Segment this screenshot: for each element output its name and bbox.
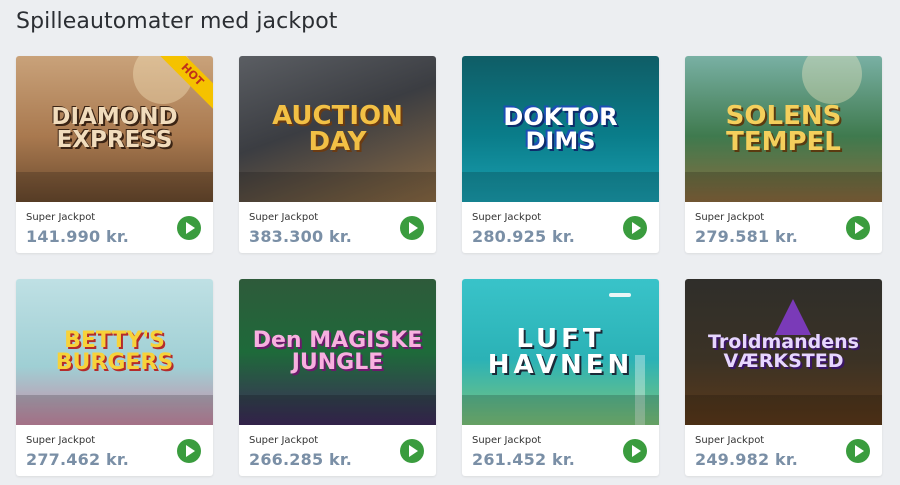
ground-decoration	[239, 395, 436, 425]
game-grid: HOT DIAMOND EXPRESS Super Jackpot 141.99…	[16, 56, 882, 476]
game-title: SOLENS TEMPEL	[725, 101, 842, 157]
play-icon[interactable]	[400, 216, 424, 240]
jackpot-label: Super Jackpot	[26, 435, 96, 446]
game-title: DOKTOR DIMS	[503, 103, 618, 155]
jackpot-info: Super Jackpot 266.285 kr.	[239, 425, 436, 476]
game-title: BETTY'S BURGERS	[55, 328, 174, 375]
jackpot-info: Super Jackpot 280.925 kr.	[462, 202, 659, 253]
jackpot-info: Super Jackpot 383.300 kr.	[239, 202, 436, 253]
game-title: AUCTION DAY	[272, 101, 403, 157]
game-card-auction-day[interactable]: AUCTION DAY Super Jackpot 383.300 kr.	[239, 56, 436, 253]
wizard-hat-icon	[775, 299, 811, 335]
play-icon[interactable]	[846, 439, 870, 463]
jackpot-info: Super Jackpot 141.990 kr.	[16, 202, 213, 253]
game-card-doktor-dims[interactable]: DOKTOR DIMS Super Jackpot 280.925 kr.	[462, 56, 659, 253]
play-icon[interactable]	[177, 439, 201, 463]
ground-decoration	[462, 395, 659, 425]
play-icon[interactable]	[846, 216, 870, 240]
jackpot-label: Super Jackpot	[249, 212, 319, 223]
jackpot-info: Super Jackpot 279.581 kr.	[685, 202, 882, 253]
ground-decoration	[239, 172, 436, 202]
airplane-icon	[609, 293, 631, 297]
play-icon[interactable]	[623, 439, 647, 463]
jackpot-label: Super Jackpot	[695, 212, 765, 223]
game-card-diamond-express[interactable]: HOT DIAMOND EXPRESS Super Jackpot 141.99…	[16, 56, 213, 253]
game-card-solens-tempel[interactable]: SOLENS TEMPEL Super Jackpot 279.581 kr.	[685, 56, 882, 253]
game-thumbnail[interactable]: AUCTION DAY	[239, 56, 436, 202]
ground-decoration	[16, 172, 213, 202]
ground-decoration	[462, 172, 659, 202]
jackpot-info: Super Jackpot 277.462 kr.	[16, 425, 213, 476]
page: Spilleautomater med jackpot HOT DIAMOND …	[0, 0, 900, 485]
sun-decoration	[802, 56, 862, 104]
play-icon[interactable]	[400, 439, 424, 463]
jackpot-label: Super Jackpot	[695, 435, 765, 446]
jackpot-info: Super Jackpot 249.982 kr.	[685, 425, 882, 476]
jackpot-label: Super Jackpot	[472, 435, 542, 446]
ground-decoration	[685, 172, 882, 202]
play-icon[interactable]	[177, 216, 201, 240]
game-thumbnail[interactable]: Troldmandens VÆRKSTED	[685, 279, 882, 425]
game-title: LUFT HAVNEN	[487, 324, 634, 380]
game-thumbnail[interactable]: HOT DIAMOND EXPRESS	[16, 56, 213, 202]
game-card-luft-havnen[interactable]: LUFT HAVNEN Super Jackpot 261.452 kr.	[462, 279, 659, 476]
game-thumbnail[interactable]: DOKTOR DIMS	[462, 56, 659, 202]
game-thumbnail[interactable]: SOLENS TEMPEL	[685, 56, 882, 202]
ground-decoration	[685, 395, 882, 425]
game-card-troldmandens-vaerksted[interactable]: Troldmandens VÆRKSTED Super Jackpot 249.…	[685, 279, 882, 476]
game-thumbnail[interactable]: BETTY'S BURGERS	[16, 279, 213, 425]
jackpot-label: Super Jackpot	[472, 212, 542, 223]
ground-decoration	[16, 395, 213, 425]
jackpot-label: Super Jackpot	[249, 435, 319, 446]
game-thumbnail[interactable]: Den MAGISKE JUNGLE	[239, 279, 436, 425]
game-card-den-magiske-jungle[interactable]: Den MAGISKE JUNGLE Super Jackpot 266.285…	[239, 279, 436, 476]
jackpot-label: Super Jackpot	[26, 212, 96, 223]
game-card-bettys-burgers[interactable]: BETTY'S BURGERS Super Jackpot 277.462 kr…	[16, 279, 213, 476]
play-icon[interactable]	[623, 216, 647, 240]
game-title: DIAMOND EXPRESS	[51, 104, 178, 153]
game-thumbnail[interactable]: LUFT HAVNEN	[462, 279, 659, 425]
jackpot-info: Super Jackpot 261.452 kr.	[462, 425, 659, 476]
game-title: Den MAGISKE JUNGLE	[252, 328, 423, 375]
page-title: Spilleautomater med jackpot	[16, 9, 338, 34]
game-title: Troldmandens VÆRKSTED	[708, 331, 859, 372]
